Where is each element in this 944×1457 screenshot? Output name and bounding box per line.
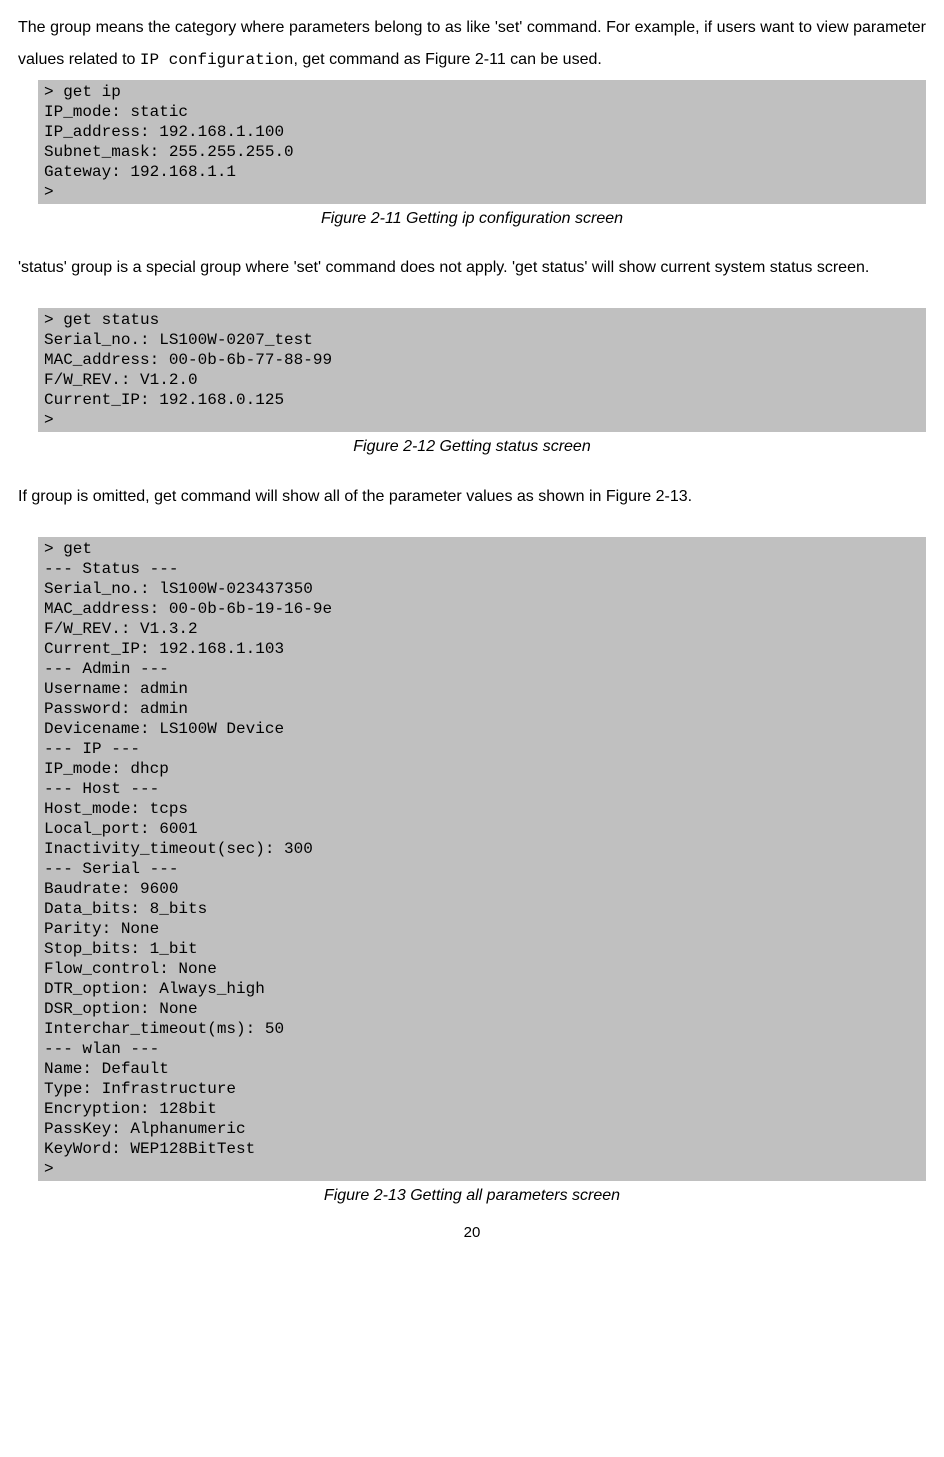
code-block-get-status: > get status Serial_no.: LS100W-0207_tes… xyxy=(38,308,926,432)
paragraph-status: 'status' group is a special group where … xyxy=(18,252,926,284)
page-number: 20 xyxy=(18,1225,926,1240)
paragraph-omitted: If group is omitted, get command will sh… xyxy=(18,481,926,513)
para1-mono: IP configuration xyxy=(140,51,294,69)
figure-caption-2-13: Figure 2-13 Getting all parameters scree… xyxy=(18,1185,926,1207)
figure-caption-2-11: Figure 2-11 Getting ip configuration scr… xyxy=(18,208,926,230)
figure-caption-2-12: Figure 2-12 Getting status screen xyxy=(18,436,926,458)
paragraph-intro: The group means the category where param… xyxy=(18,12,926,76)
code-block-get-ip: > get ip IP_mode: static IP_address: 192… xyxy=(38,80,926,204)
code-block-get-all: > get --- Status --- Serial_no.: lS100W-… xyxy=(38,537,926,1181)
para1-part-b: , get command as Figure 2-11 can be used… xyxy=(293,51,601,68)
